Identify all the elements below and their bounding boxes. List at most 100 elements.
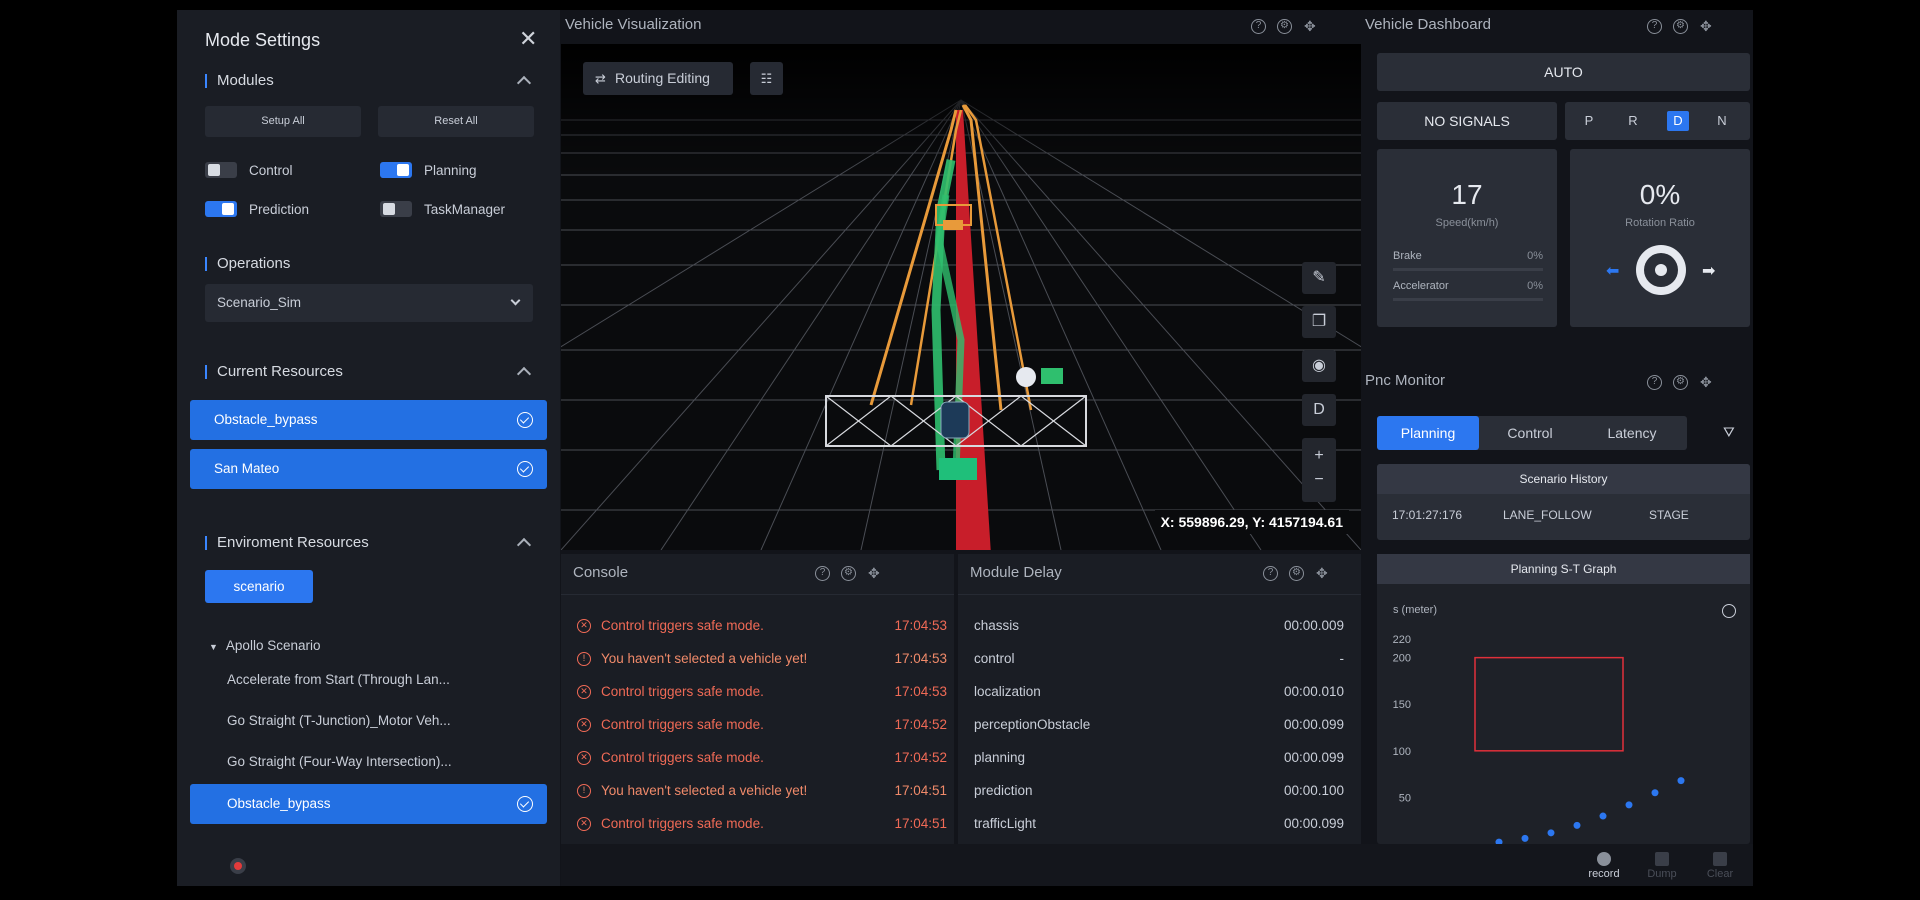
divider: [561, 594, 954, 595]
console-message: Control triggers safe mode.: [601, 816, 764, 831]
record-button[interactable]: record: [1579, 852, 1629, 880]
gear-icon[interactable]: ⚙: [1277, 19, 1292, 34]
delay-value: 00:00.099: [1283, 816, 1344, 831]
delay-row: prediction 00:00.100: [974, 783, 1344, 798]
delay-name: trafficLight: [974, 816, 1037, 831]
record-label: record: [1588, 868, 1620, 880]
chevron-up-icon[interactable]: [516, 366, 532, 382]
modules-heading: Modules: [205, 73, 274, 88]
help-icon[interactable]: ?: [1647, 375, 1662, 390]
mode-settings-title: Mode Settings: [205, 30, 321, 50]
module-label: Planning: [424, 162, 477, 178]
gear-icon[interactable]: ⚙: [1673, 19, 1688, 34]
console-time: 17:04:53: [894, 651, 947, 666]
st-point: [1573, 821, 1581, 829]
speed-card: 17 Speed(km/h) Brake 0% Accelerator 0%: [1377, 149, 1557, 327]
scenario-item-selected[interactable]: Obstacle_bypass: [190, 784, 547, 824]
help-icon[interactable]: ?: [1263, 566, 1278, 581]
module-taskmanager[interactable]: TaskManager: [380, 201, 505, 217]
delay-name: chassis: [974, 618, 1020, 633]
clear-label: Clear: [1706, 868, 1734, 880]
scenario-item[interactable]: Go Straight (Four-Way Intersection)...: [227, 754, 452, 769]
help-icon[interactable]: ?: [1251, 19, 1266, 34]
clear-button[interactable]: Clear: [1695, 852, 1745, 880]
reset-all-button[interactable]: Reset All: [378, 106, 534, 137]
module-control[interactable]: Control: [205, 162, 293, 178]
console-message: Control triggers safe mode.: [601, 684, 764, 699]
bottom-toolbar: record Dump Clear: [561, 844, 1753, 886]
tab-latency[interactable]: Latency: [1581, 416, 1683, 450]
zoom-in-icon[interactable]: +: [1302, 444, 1336, 468]
gear-icon[interactable]: ⚙: [841, 566, 856, 581]
console-title: Console: [573, 564, 629, 581]
error-icon: ✕: [577, 817, 591, 831]
resource-label: San Mateo: [214, 461, 280, 476]
move-icon[interactable]: ✥: [1700, 374, 1712, 391]
st-point: [1625, 801, 1633, 809]
chevron-up-icon[interactable]: [516, 75, 532, 91]
copy-icon[interactable]: ❐: [1302, 306, 1336, 338]
move-icon[interactable]: ✥: [1304, 18, 1316, 35]
delay-value: 00:00.010: [1283, 684, 1344, 699]
gear-icon[interactable]: ⚙: [1289, 566, 1304, 581]
layer-menu-icon[interactable]: ☷: [750, 62, 783, 95]
apollo-scenario-group[interactable]: ▼ Apollo Scenario: [209, 638, 320, 653]
scenario-history-title: Scenario History: [1377, 464, 1750, 494]
console-time: 17:04:51: [894, 783, 947, 798]
st-point: [1677, 777, 1685, 785]
speed-label: Speed(km/h): [1435, 217, 1499, 229]
console-message: You haven't selected a vehicle yet!: [601, 651, 808, 666]
help-icon[interactable]: ?: [815, 566, 830, 581]
module-planning[interactable]: Planning: [380, 162, 477, 178]
setup-all-button[interactable]: Setup All: [205, 106, 361, 137]
operations-select[interactable]: Scenario_Sim: [205, 284, 533, 322]
delay-name: perceptionObstacle: [974, 717, 1091, 732]
tab-control[interactable]: Control: [1479, 416, 1581, 450]
ruler-icon[interactable]: ✎: [1302, 262, 1336, 294]
tab-planning[interactable]: Planning: [1377, 416, 1479, 450]
signal-status: NO SIGNALS: [1377, 102, 1557, 140]
operations-heading: Operations: [205, 256, 290, 271]
planning-toggle[interactable]: [380, 162, 412, 178]
st-graph-plot: 50 100 150 200 220: [1393, 634, 1685, 844]
zoom-control[interactable]: + −: [1302, 438, 1336, 502]
routing-editing-button[interactable]: ⇄ Routing Editing: [583, 62, 733, 95]
current-resources-heading: Current Resources: [205, 364, 343, 379]
record-status-icon[interactable]: [230, 858, 246, 874]
move-icon[interactable]: ✥: [1316, 565, 1328, 582]
brake-label: Brake: [1393, 250, 1422, 262]
control-toggle[interactable]: [205, 162, 237, 178]
dump-button[interactable]: Dump: [1637, 852, 1687, 880]
app-window: Mode Settings ✕ Modules Setup All Reset …: [177, 10, 1753, 886]
zoom-out-icon[interactable]: −: [1302, 468, 1336, 492]
clear-icon: [1713, 852, 1727, 866]
view-d-button[interactable]: D: [1302, 394, 1336, 426]
move-icon[interactable]: ✥: [868, 565, 880, 582]
help-icon[interactable]: ?: [1647, 19, 1662, 34]
error-icon: ✕: [577, 718, 591, 732]
move-icon[interactable]: ✥: [1700, 18, 1712, 35]
resource-item[interactable]: Obstacle_bypass: [190, 400, 547, 440]
delay-value: 00:00.099: [1283, 750, 1344, 765]
module-label: Prediction: [249, 201, 310, 217]
brake-bar: [1393, 268, 1543, 271]
prediction-toggle[interactable]: [205, 201, 237, 217]
scenario-item[interactable]: Accelerate from Start (Through Lan...: [227, 672, 450, 687]
layers-icon[interactable]: ◉: [1302, 350, 1336, 382]
chevron-up-icon[interactable]: [516, 537, 532, 553]
delay-row: chassis 00:00.009: [974, 618, 1344, 633]
viz-header: Vehicle Visualization ? ⚙ ✥: [561, 10, 1361, 44]
close-icon[interactable]: ✕: [519, 26, 537, 52]
taskmanager-toggle[interactable]: [380, 201, 412, 217]
module-delay-title: Module Delay: [970, 564, 1062, 581]
resource-item[interactable]: San Mateo: [190, 449, 547, 489]
scenario-item[interactable]: Go Straight (T-Junction)_Motor Veh...: [227, 713, 451, 728]
delay-row: planning 00:00.099: [974, 750, 1344, 765]
gear-icon[interactable]: ⚙: [1673, 375, 1688, 390]
st-ytick-label: 150: [1393, 699, 1411, 711]
scenario-tab[interactable]: scenario: [205, 570, 313, 603]
delay-row: trafficLight 00:00.099: [974, 816, 1344, 831]
filter-icon[interactable]: ⛛: [1723, 424, 1735, 441]
vehicle-visualization-panel[interactable]: Vehicle Visualization ? ⚙ ✥ ⇄ Routing Ed…: [561, 10, 1361, 550]
module-prediction[interactable]: Prediction: [205, 201, 309, 217]
